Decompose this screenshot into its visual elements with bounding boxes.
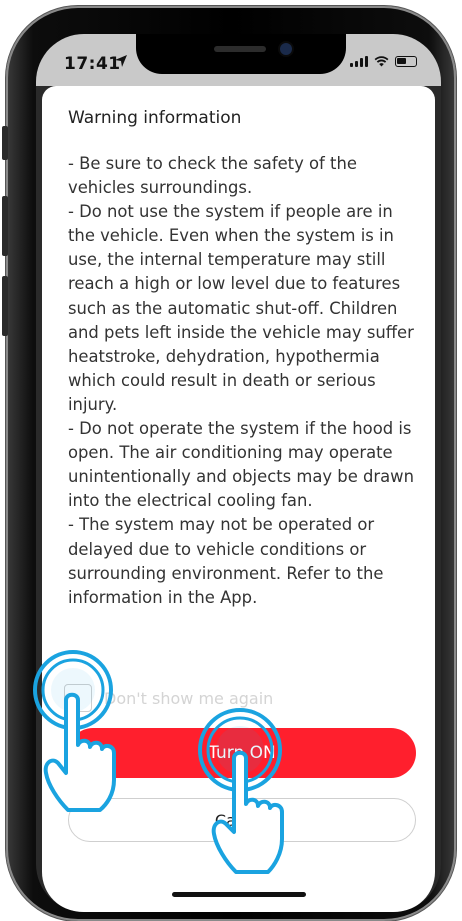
volume-up-button — [2, 196, 8, 256]
status-bar: 17:41 — [36, 34, 441, 86]
screen: 17:41 Warning information - Be sure to c… — [36, 34, 441, 912]
dialog-body: - Be sure to check the safety of the veh… — [68, 154, 414, 607]
battery-icon — [395, 56, 417, 67]
dont-show-again-row[interactable]: Don't show me again — [64, 684, 273, 712]
dont-show-again-label: Don't show me again — [104, 688, 274, 708]
cancel-button[interactable]: Cancel — [68, 798, 416, 842]
warning-dialog: Warning information - Be sure to check t… — [42, 86, 435, 912]
location-arrow-icon — [115, 55, 127, 67]
dialog-title: Warning information — [68, 108, 242, 128]
mute-switch — [2, 126, 8, 160]
speaker-grille — [214, 46, 266, 52]
status-icons — [350, 56, 417, 67]
volume-down-button — [2, 276, 8, 336]
cellular-signal-icon — [350, 56, 368, 67]
turn-on-button-label: Turn ON — [208, 743, 276, 763]
front-camera — [280, 43, 292, 55]
status-time: 17:41 — [64, 54, 121, 74]
home-indicator — [172, 892, 306, 897]
turn-on-button[interactable]: Turn ON — [68, 728, 416, 778]
phone-frame: 17:41 Warning information - Be sure to c… — [2, 6, 456, 921]
dont-show-again-checkbox[interactable] — [64, 684, 92, 712]
cancel-button-label: Cancel — [214, 810, 270, 830]
wifi-icon — [374, 56, 389, 67]
notch — [136, 34, 346, 74]
